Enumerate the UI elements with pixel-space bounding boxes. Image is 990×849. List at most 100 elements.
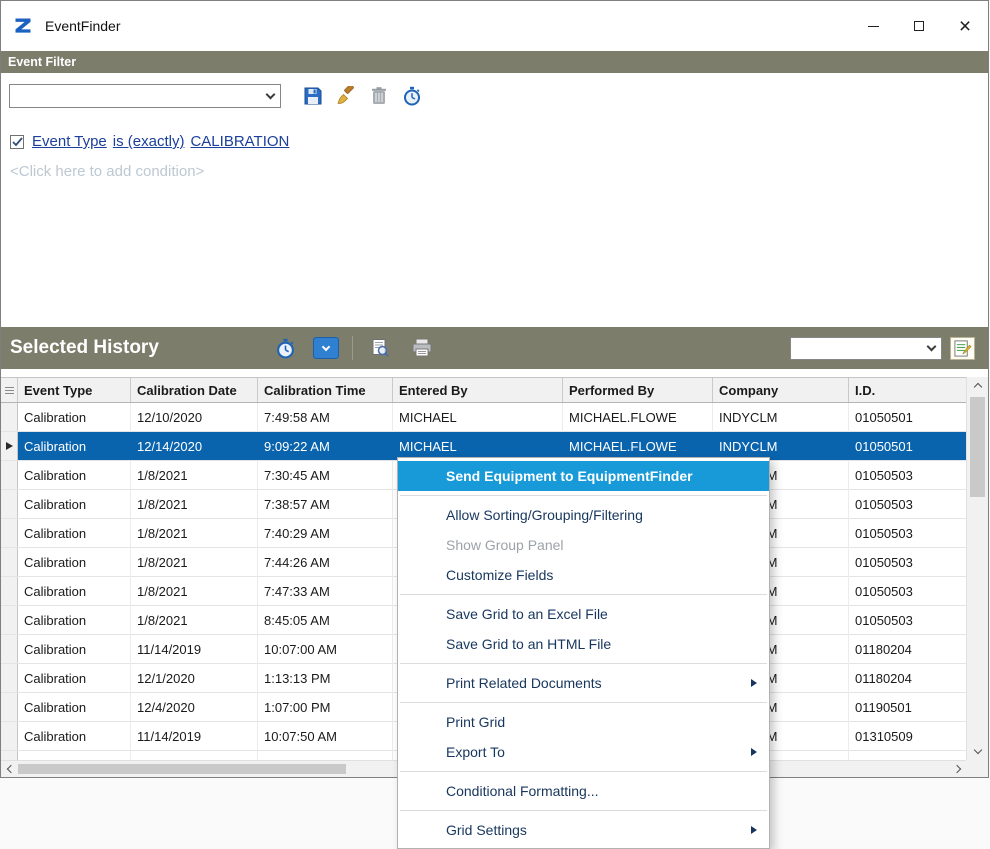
menu-item-print-grid[interactable]: Print Grid	[398, 707, 769, 737]
checkmark-icon	[12, 137, 23, 147]
menu-item-customize-fields[interactable]: Customize Fields	[398, 560, 769, 590]
filter-condition-area: Event Type is (exactly) CALIBRATION <Cli…	[1, 119, 988, 327]
cell-calibration-time: 10:07:50 AM	[258, 722, 393, 751]
chevron-down-icon[interactable]	[260, 85, 280, 107]
edit-grid-button[interactable]	[950, 337, 975, 360]
cell-i-d: 01180204	[849, 664, 967, 693]
cell-performed-by: MICHAEL.FLOWE	[563, 403, 713, 432]
cell-calibration-date: 11/14/2019	[131, 722, 258, 751]
menu-item-conditional-formatting[interactable]: Conditional Formatting...	[398, 776, 769, 806]
column-header-calibration-date[interactable]: Calibration Date	[131, 378, 258, 402]
cell-event-type: Calibration	[18, 519, 131, 548]
cell-calibration-time: 7:47:33 AM	[258, 577, 393, 606]
cell-i-d: 01050501	[849, 432, 967, 461]
menu-item-label: Customize Fields	[446, 567, 553, 583]
menu-item-print-related-documents[interactable]: Print Related Documents	[398, 668, 769, 698]
section-gap	[1, 369, 988, 377]
chevron-down-icon	[322, 343, 330, 351]
user-filter-combo[interactable]: MICHAEL	[790, 337, 942, 360]
column-header-entered-by[interactable]: Entered By	[393, 378, 563, 402]
scroll-up-button[interactable]	[967, 377, 988, 394]
cell-i-d: 01050503	[849, 461, 967, 490]
menu-item-grid-settings[interactable]: Grid Settings	[398, 815, 769, 845]
menu-item-allow-sorting-grouping-filtering[interactable]: Allow Sorting/Grouping/Filtering	[398, 500, 769, 530]
menu-item-label: Show Group Panel	[446, 537, 564, 553]
row-indicator-cell	[1, 548, 18, 576]
edit-grid-icon	[953, 339, 972, 358]
cell-calibration-time: 7:10:00 AM	[258, 751, 393, 760]
run-query-button[interactable]	[271, 334, 299, 362]
minimize-button[interactable]	[850, 1, 896, 51]
brush-icon	[336, 86, 356, 106]
vertical-scrollbar[interactable]	[966, 377, 988, 760]
row-indicator-cell	[1, 664, 18, 692]
selected-row-arrow-icon	[6, 442, 13, 450]
column-header-i-d[interactable]: I.D.	[849, 378, 967, 402]
column-header-calibration-time[interactable]: Calibration Time	[258, 378, 393, 402]
run-filter-button[interactable]	[398, 82, 426, 110]
delete-filter-button[interactable]	[365, 82, 393, 110]
save-filter-button[interactable]	[299, 82, 327, 110]
cell-calibration-date: 12/14/2020	[131, 432, 258, 461]
cell-calibration-time: 8:45:05 AM	[258, 606, 393, 635]
cell-calibration-date: 1/8/2021	[131, 577, 258, 606]
cell-company: INDYCLM	[713, 403, 849, 432]
row-indicator-cell	[1, 403, 18, 431]
horizontal-scroll-thumb[interactable]	[18, 764, 346, 774]
cell-i-d: 01050503	[849, 490, 967, 519]
toggle-filter-panel-button[interactable]	[313, 337, 339, 359]
print-button[interactable]	[408, 334, 436, 362]
close-icon: ×	[959, 16, 971, 37]
condition-operator-link[interactable]: is (exactly)	[113, 133, 185, 150]
toolbar-divider	[352, 336, 353, 360]
filter-preset-combo[interactable]	[9, 84, 281, 108]
submenu-arrow-icon	[751, 826, 757, 834]
cell-calibration-time: 10:07:00 AM	[258, 635, 393, 664]
menu-item-save-grid-to-an-excel-file[interactable]: Save Grid to an Excel File	[398, 599, 769, 629]
close-button[interactable]: ×	[942, 1, 988, 51]
chevron-down-icon[interactable]	[921, 338, 941, 359]
cell-event-type: Calibration	[18, 606, 131, 635]
table-row[interactable]: Calibration12/10/20207:49:58 AMMICHAELMI…	[1, 403, 967, 432]
clear-filter-button[interactable]	[332, 82, 360, 110]
scroll-left-button[interactable]	[1, 761, 18, 777]
cell-calibration-date: 12/10/2020	[131, 403, 258, 432]
maximize-button[interactable]	[896, 1, 942, 51]
menu-separator	[400, 771, 767, 772]
row-indicator-cell	[1, 693, 18, 721]
column-header-company[interactable]: Company	[713, 378, 849, 402]
condition-checkbox[interactable]	[10, 135, 24, 149]
scroll-right-button[interactable]	[950, 761, 967, 777]
cell-calibration-date: 1/8/2021	[131, 461, 258, 490]
window-controls: ×	[850, 1, 988, 51]
cell-event-type: Calibration	[18, 403, 131, 432]
column-header-event-type[interactable]: Event Type	[18, 378, 131, 402]
submenu-arrow-icon	[751, 679, 757, 687]
menu-item-label: Export To	[446, 744, 505, 760]
cell-i-d: 01050501	[849, 403, 967, 432]
print-preview-button[interactable]	[366, 334, 394, 362]
menu-item-save-grid-to-an-html-file[interactable]: Save Grid to an HTML File	[398, 629, 769, 659]
menu-item-label: Save Grid to an Excel File	[446, 606, 608, 622]
grid-header-row: Event TypeCalibration DateCalibration Ti…	[1, 377, 967, 403]
scroll-down-button[interactable]	[967, 743, 988, 760]
vertical-scroll-thumb[interactable]	[970, 397, 985, 497]
add-condition-hint[interactable]: <Click here to add condition>	[10, 163, 988, 180]
cell-calibration-time: 7:40:29 AM	[258, 519, 393, 548]
cell-entered-by: MICHAEL	[393, 403, 563, 432]
cell-i-d: 01190501	[849, 693, 967, 722]
menu-item-label: Save Grid to an HTML File	[446, 636, 611, 652]
menu-item-send-equipment-to-equipmentfinder[interactable]: Send Equipment to EquipmentFinder	[398, 461, 769, 491]
trash-icon	[370, 86, 388, 106]
menu-item-export-to[interactable]: Export To	[398, 737, 769, 767]
cell-i-d: 01050503	[849, 606, 967, 635]
column-header-performed-by[interactable]: Performed By	[563, 378, 713, 402]
cell-i-d: 01050503	[849, 519, 967, 548]
cell-calibration-time: 7:30:45 AM	[258, 461, 393, 490]
printer-icon	[411, 338, 433, 358]
maximize-icon	[914, 21, 924, 31]
condition-field-link[interactable]: Event Type	[32, 133, 107, 150]
row-indicator-cell	[1, 577, 18, 605]
condition-value-link[interactable]: CALIBRATION	[190, 133, 289, 150]
menu-item-label: Print Related Documents	[446, 675, 602, 691]
